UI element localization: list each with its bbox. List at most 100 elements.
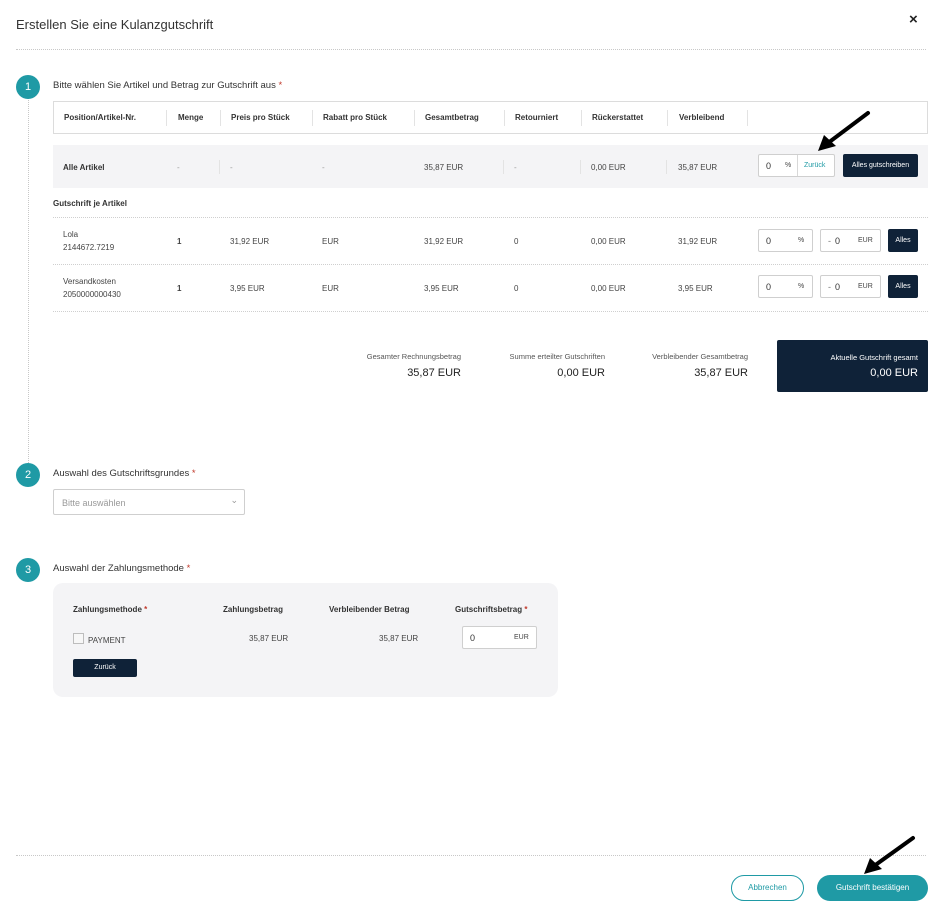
credit-amount-value: 0 bbox=[470, 633, 476, 643]
table-row: Versandkosten 2050000000430 1 3,95 EUR E… bbox=[53, 265, 928, 311]
cell-divider bbox=[666, 160, 667, 174]
percent-unit: % bbox=[785, 162, 792, 169]
cell-verbleibend: 31,92 EUR bbox=[678, 237, 718, 246]
article-name: Versandkosten bbox=[63, 277, 116, 286]
col-remaining-amount: Verbleibender Betrag bbox=[329, 605, 410, 614]
col-position: Position/Artikel-Nr. bbox=[64, 113, 137, 122]
percent-value: 0 bbox=[766, 161, 772, 171]
cell-preis: - bbox=[230, 163, 233, 172]
cell-menge: - bbox=[177, 163, 180, 172]
percent-value: 0 bbox=[766, 236, 772, 246]
col-divider bbox=[414, 110, 415, 126]
article-name: Lola bbox=[63, 230, 79, 239]
percent-unit: % bbox=[798, 283, 805, 290]
amount-unit: EUR bbox=[858, 283, 873, 290]
cell-rabatt: EUR bbox=[322, 237, 339, 246]
credits-sum-value: 0,00 EUR bbox=[557, 367, 605, 379]
dialog-title: Erstellen Sie eine Kulanzgutschrift bbox=[16, 17, 214, 32]
cell-preis: 3,95 EUR bbox=[230, 284, 265, 293]
invoice-total-label: Gesamter Rechnungsbetrag bbox=[366, 352, 461, 361]
payment-remaining: 35,87 EUR bbox=[379, 634, 419, 643]
credit-all-button[interactable]: Alles gutschreiben bbox=[843, 154, 918, 177]
remaining-total-label: Verbleibender Gesamtbetrag bbox=[652, 352, 748, 361]
col-divider bbox=[220, 110, 221, 126]
col-divider bbox=[166, 110, 167, 126]
cell-gesamt: 3,95 EUR bbox=[424, 284, 459, 293]
zurueck-button[interactable]: Zurück bbox=[73, 659, 137, 677]
credit-row-all-button[interactable]: Alles bbox=[888, 275, 918, 298]
amount-value: 0 bbox=[835, 282, 841, 292]
cell-menge: 1 bbox=[177, 237, 182, 246]
amount-input[interactable]: - 0 EUR bbox=[820, 229, 881, 252]
article-number: 2050000000430 bbox=[63, 290, 121, 299]
credits-sum-label: Summe erteilter Gutschriften bbox=[509, 352, 605, 361]
payment-checkbox[interactable] bbox=[73, 633, 84, 644]
cell-menge: 1 bbox=[177, 284, 182, 293]
percent-input[interactable]: 0 % bbox=[758, 275, 813, 298]
step-1-label-text: Bitte wählen Sie Artikel und Betrag zur … bbox=[53, 80, 276, 91]
close-icon[interactable]: × bbox=[909, 11, 918, 28]
step-3-indicator: 3 bbox=[16, 558, 40, 582]
step-3-label: Auswahl der Zahlungsmethode * bbox=[53, 563, 190, 574]
col-rabatt: Rabatt pro Stück bbox=[323, 113, 388, 122]
header-divider bbox=[16, 49, 926, 50]
col-preis: Preis pro Stück bbox=[231, 113, 290, 122]
zurueck-link[interactable]: Zurück bbox=[804, 162, 825, 169]
step-connector bbox=[28, 98, 29, 463]
cell-retourniert: 0 bbox=[514, 237, 519, 246]
reason-select[interactable]: Bitte auswählen ⌄ bbox=[53, 489, 245, 515]
cell-rabatt: EUR bbox=[322, 284, 339, 293]
payment-amount: 35,87 EUR bbox=[249, 634, 289, 643]
step-3-label-text: Auswahl der Zahlungsmethode bbox=[53, 563, 184, 574]
col-credit-amount: Gutschriftsbetrag * bbox=[455, 605, 527, 614]
percent-input[interactable]: 0 % bbox=[758, 229, 813, 252]
all-articles-label: Alle Artikel bbox=[63, 163, 105, 172]
col-menge: Menge bbox=[178, 113, 204, 122]
chevron-down-icon: ⌄ bbox=[230, 495, 238, 505]
arrow-icon bbox=[818, 111, 870, 151]
col-gesamt: Gesamtbetrag bbox=[425, 113, 479, 122]
amount-prefix: - bbox=[828, 236, 831, 246]
cell-divider bbox=[219, 160, 220, 174]
required-marker: * bbox=[524, 605, 528, 614]
cell-rueckerstattet: 0,00 EUR bbox=[591, 237, 626, 246]
table-row: Lola 2144672.7219 1 31,92 EUR EUR 31,92 … bbox=[53, 218, 928, 264]
input-divider bbox=[797, 155, 798, 176]
required-marker: * bbox=[186, 563, 191, 574]
payment-method-panel: Zahlungsmethode * Zahlungsbetrag Verblei… bbox=[53, 583, 558, 697]
amount-prefix: - bbox=[828, 282, 831, 292]
credit-amount-unit: EUR bbox=[514, 634, 529, 641]
invoice-total-value: 35,87 EUR bbox=[407, 367, 461, 379]
col-verbleibend: Verbleibend bbox=[679, 113, 725, 122]
current-credit-label: Aktuelle Gutschrift gesamt bbox=[830, 353, 918, 362]
required-marker: * bbox=[278, 80, 283, 91]
cell-verbleibend: 3,95 EUR bbox=[678, 284, 713, 293]
required-marker: * bbox=[191, 468, 196, 479]
cell-divider bbox=[503, 160, 504, 174]
amount-value: 0 bbox=[835, 236, 841, 246]
article-number: 2144672.7219 bbox=[63, 243, 115, 252]
confirm-credit-button[interactable]: Gutschrift bestätigen bbox=[817, 875, 928, 901]
percent-value: 0 bbox=[766, 282, 772, 292]
cell-gesamt: 35,87 EUR bbox=[424, 163, 464, 172]
col-credit-amount-text: Gutschriftsbetrag bbox=[455, 605, 523, 614]
col-payment-amount: Zahlungsbetrag bbox=[223, 605, 284, 614]
per-article-heading: Gutschrift je Artikel bbox=[53, 199, 127, 208]
cell-preis: 31,92 EUR bbox=[230, 237, 270, 246]
cancel-button[interactable]: Abbrechen bbox=[731, 875, 804, 901]
amount-input[interactable]: - 0 EUR bbox=[820, 275, 881, 298]
row-divider bbox=[53, 311, 928, 312]
col-retourniert: Retourniert bbox=[515, 113, 559, 122]
col-rueckerstattet: Rückerstattet bbox=[592, 113, 644, 122]
credit-amount-input[interactable]: 0 EUR bbox=[462, 626, 537, 649]
credit-row-all-button[interactable]: Alles bbox=[888, 229, 918, 252]
all-articles-row: Alle Artikel - - - 35,87 EUR - 0,00 EUR … bbox=[53, 145, 928, 188]
step-2-indicator: 2 bbox=[16, 463, 40, 487]
select-placeholder: Bitte auswählen bbox=[62, 498, 126, 508]
col-divider bbox=[747, 110, 748, 126]
amount-unit: EUR bbox=[858, 237, 873, 244]
cell-retourniert: 0 bbox=[514, 284, 519, 293]
all-percent-input[interactable]: 0 % Zurück bbox=[758, 154, 835, 177]
cell-rabatt: - bbox=[322, 163, 325, 172]
cell-divider bbox=[580, 160, 581, 174]
